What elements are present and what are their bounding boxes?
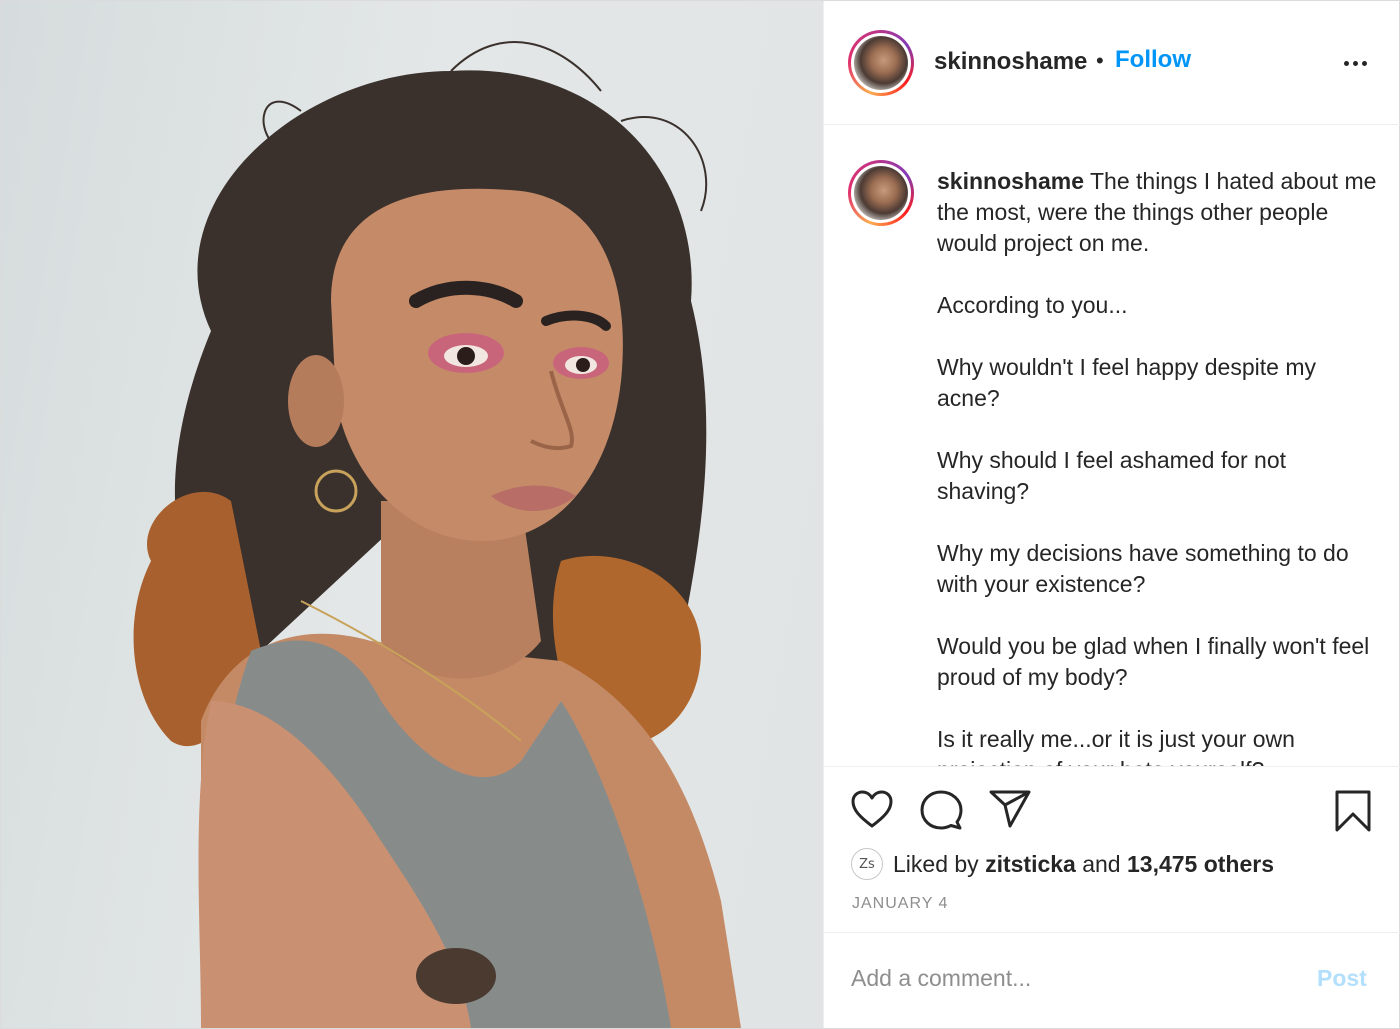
liker-avatar[interactable]: Zs: [851, 848, 883, 880]
share-icon[interactable]: [988, 789, 1032, 829]
header-separator: •: [1096, 48, 1104, 73]
caption-paragraph: Why my decisions have something to do wi…: [937, 540, 1349, 597]
bookmark-icon[interactable]: [1333, 789, 1373, 833]
post-side-panel: skinnoshame • Follow skinnoshame The thi…: [823, 1, 1400, 1028]
heart-icon[interactable]: [850, 789, 894, 829]
caption-username[interactable]: skinnoshame: [937, 168, 1084, 194]
post-date[interactable]: JANUARY 4: [852, 895, 948, 913]
post-photo[interactable]: [1, 1, 823, 1028]
likes-row: Zs Liked by zitsticka and 13,475 others: [851, 847, 1274, 881]
caption-paragraph: Is it really me...or it is just your own…: [937, 726, 1295, 766]
caption-paragraph: Why wouldn't I feel happy despite my acn…: [937, 354, 1316, 411]
comment-bar: Post: [824, 932, 1400, 1029]
portrait-illustration: [133, 41, 741, 1028]
caption-scroll-area[interactable]: skinnoshame The things I hated about me …: [824, 126, 1400, 766]
instagram-post: skinnoshame • Follow skinnoshame The thi…: [0, 0, 1400, 1029]
more-options-icon[interactable]: [1336, 51, 1376, 75]
follow-button[interactable]: Follow: [1115, 46, 1191, 74]
likes-count-link[interactable]: 13,475 others: [1127, 851, 1274, 877]
caption-paragraph: skinnoshame The things I hated about me …: [937, 168, 1377, 256]
caption-text: skinnoshame The things I hated about me …: [937, 166, 1377, 766]
caption-paragraph: Why should I feel ashamed for not shavin…: [937, 447, 1287, 504]
author-username[interactable]: skinnoshame: [934, 48, 1087, 76]
author-avatar[interactable]: [848, 30, 914, 96]
likes-text: Liked by zitsticka and 13,475 others: [893, 850, 1275, 877]
caption-author-avatar[interactable]: [848, 160, 914, 226]
post-comment-button[interactable]: Post: [1317, 965, 1367, 992]
caption-paragraph: According to you...: [937, 292, 1128, 318]
post-header: skinnoshame • Follow: [824, 1, 1400, 125]
comment-input[interactable]: [851, 965, 1291, 992]
post-actions: Zs Liked by zitsticka and 13,475 others …: [824, 766, 1400, 1028]
caption-paragraph: Would you be glad when I finally won't f…: [937, 633, 1370, 690]
comment-icon[interactable]: [919, 789, 963, 831]
liker-username[interactable]: zitsticka: [985, 851, 1076, 877]
